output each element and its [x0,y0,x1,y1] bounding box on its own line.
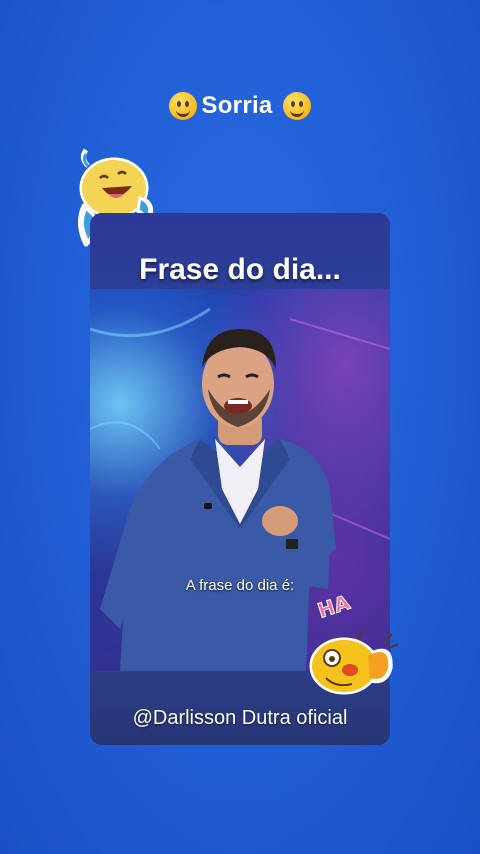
smiley-right-icon [282,92,311,120]
smiley-left-icon [169,92,198,120]
laughing-chick-sticker-icon: HA [309,589,398,695]
ha-text: HA [315,590,354,623]
card-title: Frase do dia... [139,253,341,286]
channel-handle[interactable]: @Darlisson Dutra oficial [90,707,390,730]
header-title: Sorria [201,92,273,119]
header-title-row: Sorria [0,92,480,120]
